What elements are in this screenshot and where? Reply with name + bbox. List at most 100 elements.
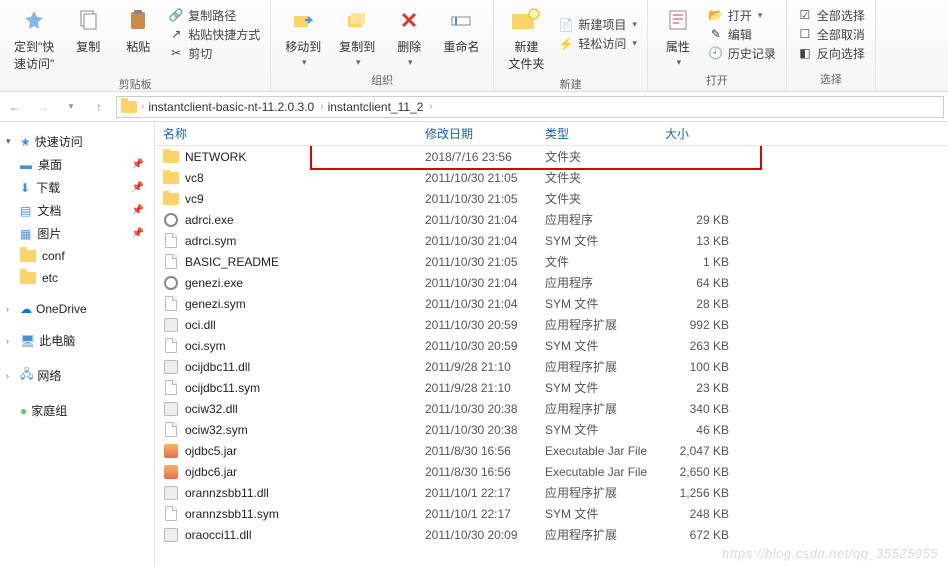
table-row[interactable]: ocijdbc11.sym2011/9/28 21:10SYM 文件23 KB — [155, 377, 948, 398]
sidebar-item-documents[interactable]: ▤文档📌 — [0, 199, 154, 222]
cell-name: oci.sym — [155, 338, 417, 354]
sidebar-item-etc[interactable]: etc — [0, 267, 154, 289]
shortcut-icon: ↗ — [168, 26, 184, 42]
history-button[interactable]: 🕘历史记录 — [708, 45, 776, 62]
sidebar-item-network[interactable]: ›🖧网络 — [0, 362, 154, 389]
file-icon — [163, 254, 179, 270]
cell-date: 2011/10/30 20:38 — [417, 402, 537, 416]
cell-type: 应用程序 — [537, 211, 657, 228]
copy-to-button[interactable]: 复制到▾ — [335, 2, 379, 70]
breadcrumb[interactable]: › instantclient-basic-nt-11.2.0.3.0› ins… — [116, 96, 944, 118]
select-all-icon: ☑ — [797, 7, 813, 23]
chevron-right-icon: › — [141, 101, 144, 112]
up-button[interactable]: ↑ — [88, 96, 110, 118]
new-folder-button[interactable]: 新建 文件夹 — [504, 2, 548, 74]
move-to-button[interactable]: 移动到▾ — [281, 2, 325, 70]
table-row[interactable]: adrci.exe2011/10/30 21:04应用程序29 KB — [155, 209, 948, 230]
table-row[interactable]: orannzsbb11.sym2011/10/1 22:17SYM 文件248 … — [155, 503, 948, 524]
table-row[interactable]: ojdbc5.jar2011/8/30 16:56Executable Jar … — [155, 440, 948, 461]
table-row[interactable]: oci.sym2011/10/30 20:59SYM 文件263 KB — [155, 335, 948, 356]
table-row[interactable]: ociw32.sym2011/10/30 20:38SYM 文件46 KB — [155, 419, 948, 440]
cell-date: 2018/7/16 23:56 — [417, 150, 537, 164]
pin-icon: 📌 — [132, 182, 144, 193]
cell-type: 文件夹 — [537, 169, 657, 186]
invert-selection-button[interactable]: ◧反向选择 — [797, 45, 865, 62]
sidebar-item-conf[interactable]: conf — [0, 245, 154, 267]
exe-icon — [163, 275, 179, 291]
paste-button[interactable]: 粘贴 — [118, 2, 158, 57]
cell-name: vc9 — [155, 191, 417, 207]
select-all-button[interactable]: ☑全部选择 — [797, 7, 865, 24]
table-row[interactable]: BASIC_README2011/10/30 21:05文件1 KB — [155, 251, 948, 272]
table-row[interactable]: adrci.sym2011/10/30 21:04SYM 文件13 KB — [155, 230, 948, 251]
col-type[interactable]: 类型 — [537, 125, 657, 142]
copy-button[interactable]: 复制 — [68, 2, 108, 57]
exe-icon — [163, 212, 179, 228]
copy-path-button[interactable]: 🔗复制路径 — [168, 7, 260, 24]
open-icon: 📂 — [708, 7, 724, 23]
crumb-0[interactable]: instantclient-basic-nt-11.2.0.3.0› — [148, 100, 323, 114]
quick-access-header[interactable]: ▾★快速访问 — [0, 130, 154, 153]
cell-date: 2011/9/28 21:10 — [417, 381, 537, 395]
col-name[interactable]: 名称 — [155, 125, 417, 142]
folder-icon — [121, 99, 137, 115]
table-row[interactable]: genezi.sym2011/10/30 21:04SYM 文件28 KB — [155, 293, 948, 314]
folder-icon — [20, 248, 36, 264]
forward-button[interactable]: → — [32, 96, 54, 118]
table-row[interactable]: vc92011/10/30 21:05文件夹 — [155, 188, 948, 209]
cut-button[interactable]: ✂剪切 — [168, 45, 260, 62]
sidebar-item-onedrive[interactable]: ›☁OneDrive — [0, 299, 154, 319]
column-headers: 名称 修改日期 类型 大小 — [155, 122, 948, 146]
file-icon — [163, 506, 179, 522]
cell-name: ocijdbc11.dll — [155, 359, 417, 375]
cell-date: 2011/10/30 20:59 — [417, 318, 537, 332]
cell-name: ociw32.dll — [155, 401, 417, 417]
cell-date: 2011/10/30 21:05 — [417, 171, 537, 185]
crumb-1[interactable]: instantclient_11_2› — [328, 100, 433, 114]
sidebar-item-thispc[interactable]: ›🖥此电脑 — [0, 329, 154, 352]
table-row[interactable]: ociw32.dll2011/10/30 20:38应用程序扩展340 KB — [155, 398, 948, 419]
table-row[interactable]: vc82011/10/30 21:05文件夹 — [155, 167, 948, 188]
rename-button[interactable]: 重命名 — [439, 2, 483, 57]
table-row[interactable]: NETWORK2018/7/16 23:56文件夹 — [155, 146, 948, 167]
properties-button[interactable]: 属性▾ — [658, 2, 698, 70]
sidebar-item-desktop[interactable]: ▬桌面📌 — [0, 153, 154, 176]
pin-to-quick-access-button[interactable]: 定到"快 速访问" — [10, 2, 58, 74]
cell-date: 2011/10/30 21:05 — [417, 255, 537, 269]
cell-size: 263 KB — [657, 339, 737, 353]
folder-icon — [163, 191, 179, 207]
sidebar-item-pictures[interactable]: ▦图片📌 — [0, 222, 154, 245]
new-item-button[interactable]: 📄新建项目▾ — [558, 16, 637, 33]
paste-shortcut-button[interactable]: ↗粘贴快捷方式 — [168, 26, 260, 43]
recent-button[interactable]: ▾ — [60, 96, 82, 118]
cell-type: SYM 文件 — [537, 232, 657, 249]
edit-button[interactable]: ✎编辑 — [708, 26, 776, 43]
col-size[interactable]: 大小 — [657, 125, 737, 142]
cell-size: 672 KB — [657, 528, 737, 542]
scissors-icon: ✂ — [168, 45, 184, 61]
ribbon-group-organize: 移动到▾ 复制到▾ 删除▾ 重命名 组织 — [271, 0, 494, 91]
file-rows: NETWORK2018/7/16 23:56文件夹vc82011/10/30 2… — [155, 146, 948, 567]
new-group-label: 新建 — [560, 74, 582, 94]
cell-date: 2011/9/28 21:10 — [417, 360, 537, 374]
sidebar-item-homegroup[interactable]: ●家庭组 — [0, 399, 154, 422]
invert-icon: ◧ — [797, 45, 813, 61]
table-row[interactable]: genezi.exe2011/10/30 21:04应用程序64 KB — [155, 272, 948, 293]
select-none-button[interactable]: ☐全部取消 — [797, 26, 865, 43]
open-button[interactable]: 📂打开▾ — [708, 7, 776, 24]
table-row[interactable]: oraocci11.dll2011/10/30 20:09应用程序扩展672 K… — [155, 524, 948, 545]
history-icon: 🕘 — [708, 45, 724, 61]
col-date[interactable]: 修改日期 — [417, 125, 537, 142]
sidebar-item-downloads[interactable]: ⬇下载📌 — [0, 176, 154, 199]
table-row[interactable]: ocijdbc11.dll2011/9/28 21:10应用程序扩展100 KB — [155, 356, 948, 377]
table-row[interactable]: oci.dll2011/10/30 20:59应用程序扩展992 KB — [155, 314, 948, 335]
cell-name: adrci.exe — [155, 212, 417, 228]
cell-size: 2,047 KB — [657, 444, 737, 458]
pictures-icon: ▦ — [20, 227, 31, 241]
table-row[interactable]: orannzsbb11.dll2011/10/1 22:17应用程序扩展1,25… — [155, 482, 948, 503]
delete-button[interactable]: 删除▾ — [389, 2, 429, 70]
back-button[interactable]: ← — [4, 96, 26, 118]
table-row[interactable]: ojdbc6.jar2011/8/30 16:56Executable Jar … — [155, 461, 948, 482]
easy-access-button[interactable]: ⚡轻松访问▾ — [558, 35, 637, 52]
cell-date: 2011/10/30 20:09 — [417, 528, 537, 542]
